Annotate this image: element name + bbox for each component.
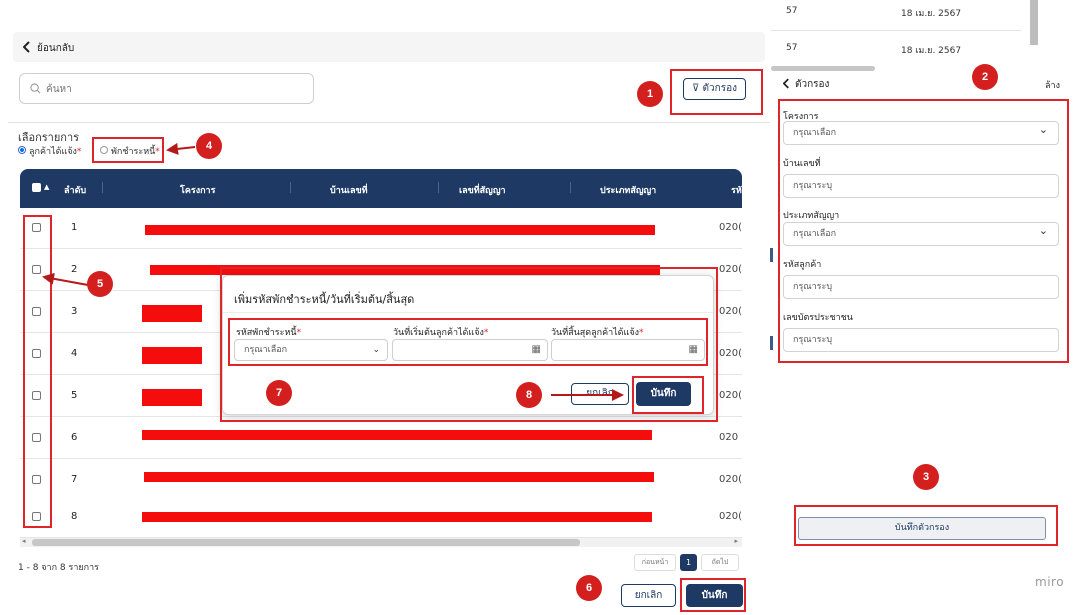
annotation-marker-3: 3 — [913, 464, 939, 490]
annotation-marker-6: 6 — [576, 575, 602, 601]
annotation-marker-5: 5 — [87, 271, 113, 297]
annotation-arrows — [42, 142, 624, 401]
annotation-marker-4: 4 — [196, 133, 222, 159]
annotation-marker-8: 8 — [516, 382, 542, 408]
annotation-marker-1: 1 — [637, 81, 663, 107]
annotation-marker-2: 2 — [972, 64, 998, 90]
miro-watermark: miro — [1035, 575, 1065, 589]
annotation-marker-7: 7 — [266, 380, 292, 406]
